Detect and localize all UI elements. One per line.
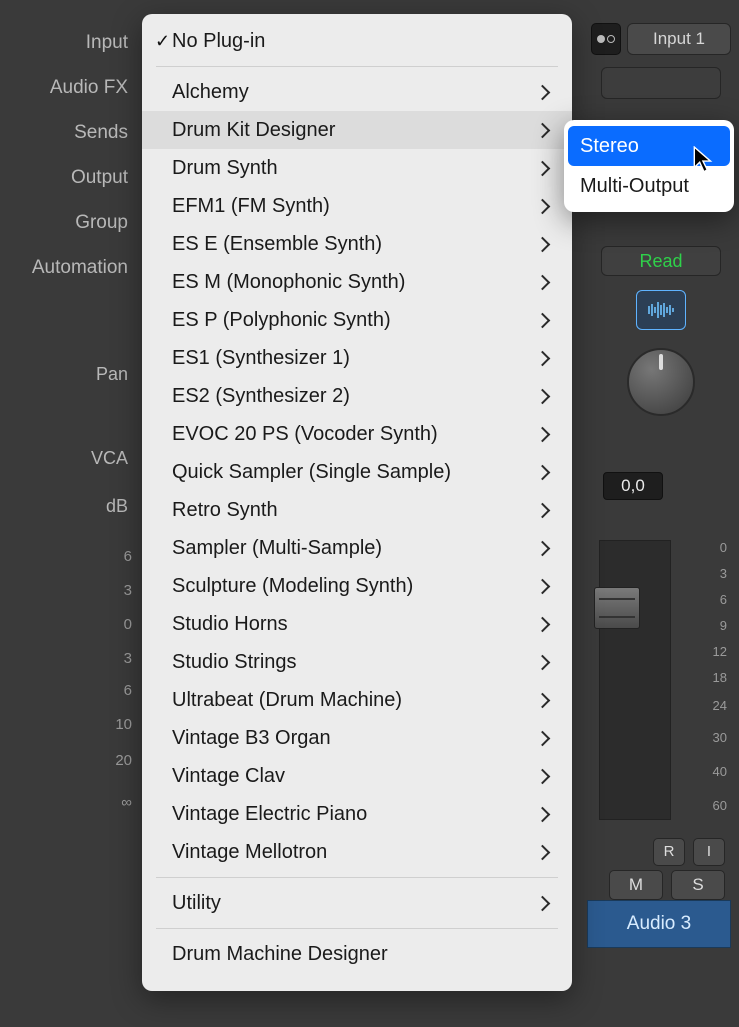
input-format-indicator[interactable]: [591, 23, 621, 55]
menu-item-es-p[interactable]: ES P (Polyphonic Synth): [142, 301, 572, 339]
channel-strip: Input 1 Read 0,0: [591, 0, 731, 500]
submenu-item-multi-output[interactable]: Multi-Output: [564, 166, 734, 206]
label-group: Group: [0, 200, 140, 245]
menu-item-vintage-mellotron[interactable]: Vintage Mellotron: [142, 833, 572, 871]
menu-item-alchemy[interactable]: Alchemy: [142, 73, 572, 111]
label-automation: Automation: [0, 245, 140, 290]
solo-button[interactable]: S: [671, 870, 725, 900]
menu-item-ultrabeat[interactable]: Ultrabeat (Drum Machine): [142, 681, 572, 719]
label-output: Output: [0, 155, 140, 200]
db-value-display[interactable]: 0,0: [603, 472, 663, 500]
menu-item-es2[interactable]: ES2 (Synthesizer 2): [142, 377, 572, 415]
menu-item-drum-synth[interactable]: Drum Synth: [142, 149, 572, 187]
menu-item-es-e[interactable]: ES E (Ensemble Synth): [142, 225, 572, 263]
label-vca: VCA: [0, 434, 140, 482]
meter-scale: 0 3 6 9 12 18 24 30 40 60: [673, 540, 727, 820]
audio-fx-slot[interactable]: [601, 67, 721, 99]
channel-labels: Input Audio FX Sends Output Group Automa…: [0, 0, 140, 530]
ring-icon: [607, 35, 615, 43]
menu-divider: [156, 928, 558, 929]
automation-mode-button[interactable]: Read: [601, 246, 721, 276]
label-sends: Sends: [0, 110, 140, 155]
menu-item-no-plugin[interactable]: No Plug-in: [142, 22, 572, 60]
input-slot[interactable]: Input 1: [627, 23, 731, 55]
menu-item-retro-synth[interactable]: Retro Synth: [142, 491, 572, 529]
fader-left-scale: 6 3 0 3 6 10 20 ∞: [86, 548, 132, 828]
menu-item-vintage-electric-piano[interactable]: Vintage Electric Piano: [142, 795, 572, 833]
waveform-icon-button[interactable]: [636, 290, 686, 330]
label-db: dB: [0, 482, 140, 530]
r-button[interactable]: R: [653, 838, 685, 866]
menu-divider: [156, 66, 558, 67]
dot-icon: [597, 35, 605, 43]
menu-item-evoc-20-ps[interactable]: EVOC 20 PS (Vocoder Synth): [142, 415, 572, 453]
instrument-plugin-menu[interactable]: No Plug-in Alchemy Drum Kit Designer Dru…: [142, 14, 572, 991]
menu-item-sampler[interactable]: Sampler (Multi-Sample): [142, 529, 572, 567]
menu-item-es1[interactable]: ES1 (Synthesizer 1): [142, 339, 572, 377]
waveform-icon: [643, 301, 679, 319]
label-input: Input: [0, 20, 140, 65]
fader-cap[interactable]: [594, 587, 640, 629]
label-pan: Pan: [0, 350, 140, 398]
pan-knob[interactable]: [627, 348, 695, 416]
menu-item-studio-horns[interactable]: Studio Horns: [142, 605, 572, 643]
track-name-label[interactable]: Audio 3: [587, 900, 731, 948]
label-audio-fx: Audio FX: [0, 65, 140, 110]
fader-area: 0 3 6 9 12 18 24 30 40 60: [595, 540, 725, 830]
menu-item-vintage-b3-organ[interactable]: Vintage B3 Organ: [142, 719, 572, 757]
menu-item-utility[interactable]: Utility: [142, 884, 572, 922]
i-button[interactable]: I: [693, 838, 725, 866]
menu-item-studio-strings[interactable]: Studio Strings: [142, 643, 572, 681]
menu-item-drum-kit-designer[interactable]: Drum Kit Designer: [142, 111, 572, 149]
submenu-item-stereo[interactable]: Stereo: [568, 126, 730, 166]
menu-item-vintage-clav[interactable]: Vintage Clav: [142, 757, 572, 795]
menu-item-quick-sampler[interactable]: Quick Sampler (Single Sample): [142, 453, 572, 491]
menu-item-drum-machine-designer[interactable]: Drum Machine Designer: [142, 935, 572, 973]
mute-button[interactable]: M: [609, 870, 663, 900]
menu-divider: [156, 877, 558, 878]
fader-track[interactable]: [599, 540, 671, 820]
instrument-output-submenu[interactable]: Stereo Multi-Output: [564, 120, 734, 212]
menu-item-es-m[interactable]: ES M (Monophonic Synth): [142, 263, 572, 301]
menu-item-efm1[interactable]: EFM1 (FM Synth): [142, 187, 572, 225]
menu-item-sculpture[interactable]: Sculpture (Modeling Synth): [142, 567, 572, 605]
